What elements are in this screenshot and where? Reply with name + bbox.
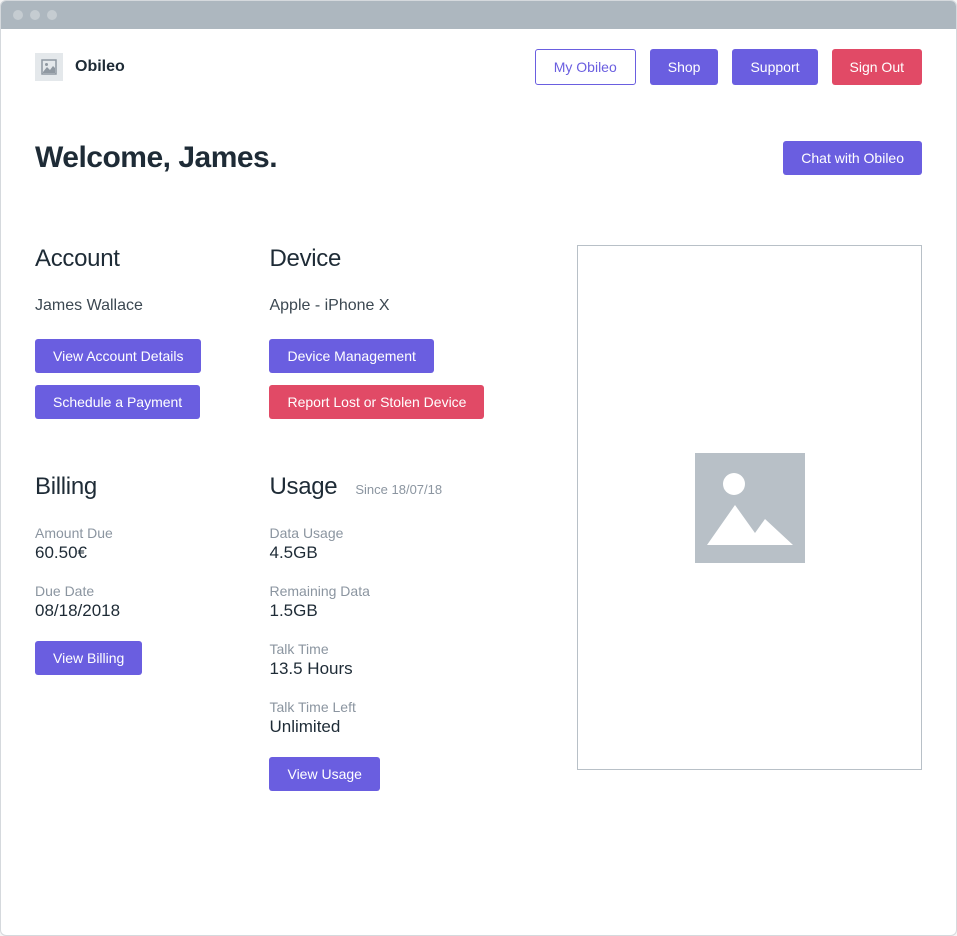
device-management-button[interactable]: Device Management [269, 339, 433, 373]
amount-due-value: 60.50€ [35, 543, 201, 563]
account-section: Account James Wallace View Account Detai… [35, 245, 201, 419]
window-control-close[interactable] [13, 10, 23, 20]
window-control-minimize[interactable] [30, 10, 40, 20]
due-date-value: 08/18/2018 [35, 601, 201, 621]
usage-since: Since 18/07/18 [355, 482, 442, 497]
billing-heading: Billing [35, 473, 201, 501]
view-billing-button[interactable]: View Billing [35, 641, 142, 675]
device-section: Device Apple - iPhone X Device Managemen… [269, 245, 484, 419]
account-holder-name: James Wallace [35, 297, 201, 315]
usage-heading: Usage [269, 473, 337, 501]
device-image-panel [577, 245, 922, 770]
talk-time-value: 13.5 Hours [269, 659, 484, 679]
device-heading: Device [269, 245, 484, 273]
data-usage-label: Data Usage [269, 525, 484, 541]
column-right: Device Apple - iPhone X Device Managemen… [269, 245, 484, 845]
welcome-row: Welcome, James. Chat with Obileo [35, 141, 922, 175]
brand-logo-icon [35, 53, 63, 81]
usage-section: Usage Since 18/07/18 Data Usage 4.5GB Re… [269, 473, 484, 791]
talk-time-left-value: Unlimited [269, 717, 484, 737]
amount-due-label: Amount Due [35, 525, 201, 541]
nav-support[interactable]: Support [732, 49, 817, 85]
view-usage-button[interactable]: View Usage [269, 757, 379, 791]
nav-shop[interactable]: Shop [650, 49, 719, 85]
chat-button[interactable]: Chat with Obileo [783, 141, 922, 175]
remaining-data-label: Remaining Data [269, 583, 484, 599]
brand-name: Obileo [75, 58, 125, 76]
mountains-icon [707, 495, 793, 545]
image-icon [41, 59, 57, 75]
page-title: Welcome, James. [35, 141, 277, 175]
data-usage-value: 4.5GB [269, 543, 484, 563]
top-navigation: Obileo My Obileo Shop Support Sign Out [35, 49, 922, 85]
remaining-data-value: 1.5GB [269, 601, 484, 621]
nav-buttons: My Obileo Shop Support Sign Out [535, 49, 922, 85]
column-left: Account James Wallace View Account Detai… [35, 245, 201, 845]
dashboard-columns: Account James Wallace View Account Detai… [35, 245, 537, 845]
window-control-maximize[interactable] [47, 10, 57, 20]
image-placeholder-icon [695, 453, 805, 563]
account-heading: Account [35, 245, 201, 273]
talk-time-left-label: Talk Time Left [269, 699, 484, 715]
nav-sign-out[interactable]: Sign Out [832, 49, 922, 85]
schedule-payment-button[interactable]: Schedule a Payment [35, 385, 200, 419]
window-titlebar [1, 1, 956, 29]
device-model: Apple - iPhone X [269, 297, 484, 315]
dashboard-grid: Account James Wallace View Account Detai… [35, 245, 922, 845]
page-content: Obileo My Obileo Shop Support Sign Out W… [1, 29, 956, 875]
talk-time-label: Talk Time [269, 641, 484, 657]
due-date-label: Due Date [35, 583, 201, 599]
brand[interactable]: Obileo [35, 53, 125, 81]
view-account-details-button[interactable]: View Account Details [35, 339, 201, 373]
nav-my-obileo[interactable]: My Obileo [535, 49, 636, 85]
app-window: Obileo My Obileo Shop Support Sign Out W… [0, 0, 957, 936]
report-lost-device-button[interactable]: Report Lost or Stolen Device [269, 385, 484, 419]
billing-section: Billing Amount Due 60.50€ Due Date 08/18… [35, 473, 201, 675]
